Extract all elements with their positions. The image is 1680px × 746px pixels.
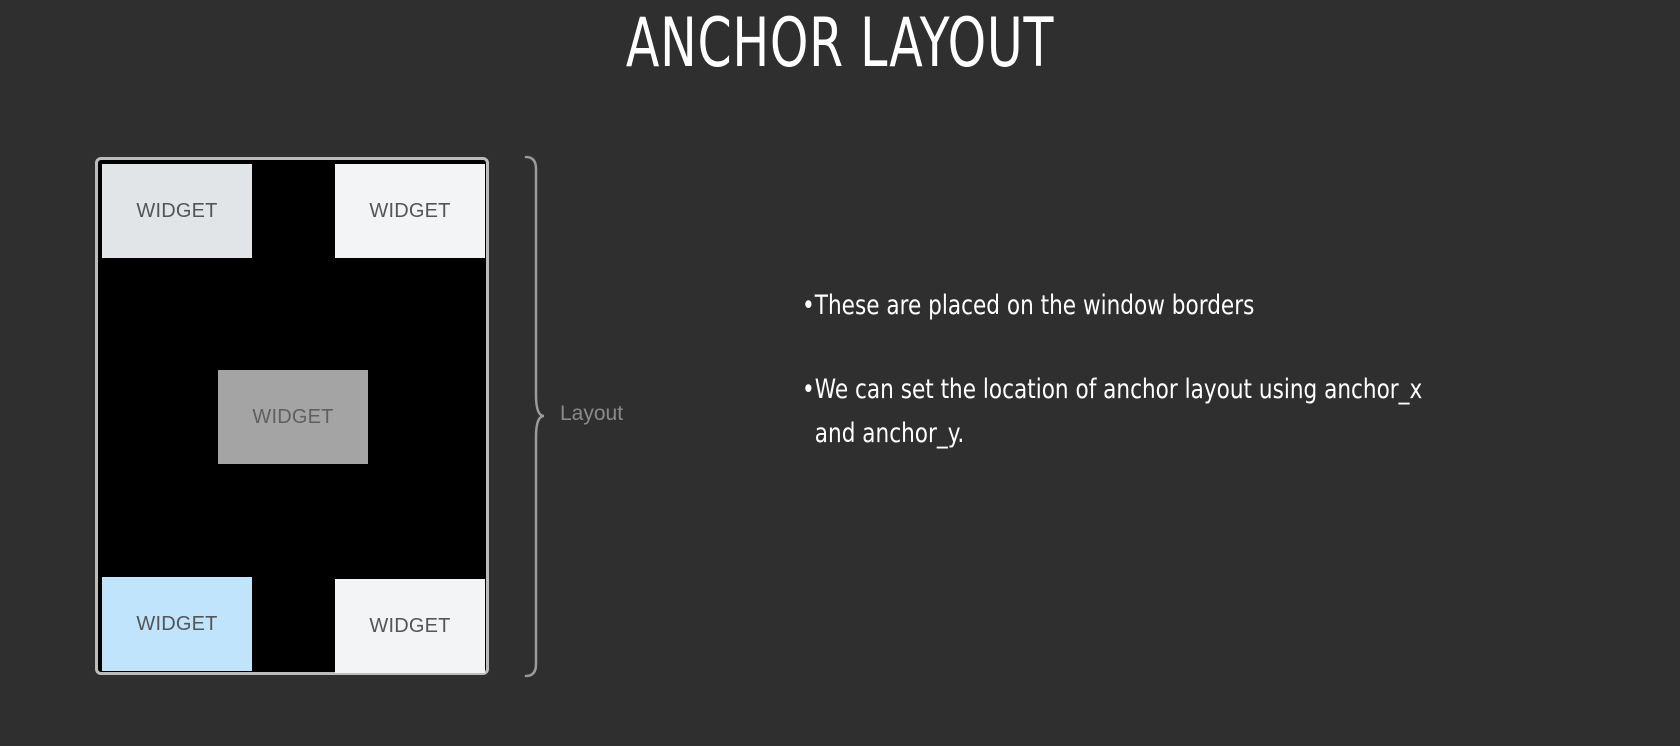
widget-top-right: WIDGET: [335, 164, 485, 258]
layout-window: WIDGET WIDGET WIDGET WIDGET WIDGET: [95, 157, 489, 675]
bullet-item: • We can set the location of anchor layo…: [802, 368, 1447, 456]
slide-title: ANCHOR LAYOUT: [625, 4, 1055, 83]
bullet-item: • These are placed on the window borders: [802, 284, 1447, 328]
widget-top-left: WIDGET: [102, 164, 252, 258]
bullet-text: These are placed on the window borders: [814, 290, 1255, 321]
bullet-text: We can set the location of anchor layout…: [814, 374, 1423, 449]
widget-bottom-left: WIDGET: [102, 577, 252, 671]
widget-center: WIDGET: [218, 370, 368, 464]
bullet-icon: •: [802, 374, 815, 405]
widget-bottom-right: WIDGET: [335, 579, 485, 673]
bullet-icon: •: [802, 290, 815, 321]
layout-brace-icon: [524, 155, 545, 678]
layout-label: Layout: [560, 402, 624, 425]
bullet-list: • These are placed on the window borders…: [802, 284, 1422, 496]
